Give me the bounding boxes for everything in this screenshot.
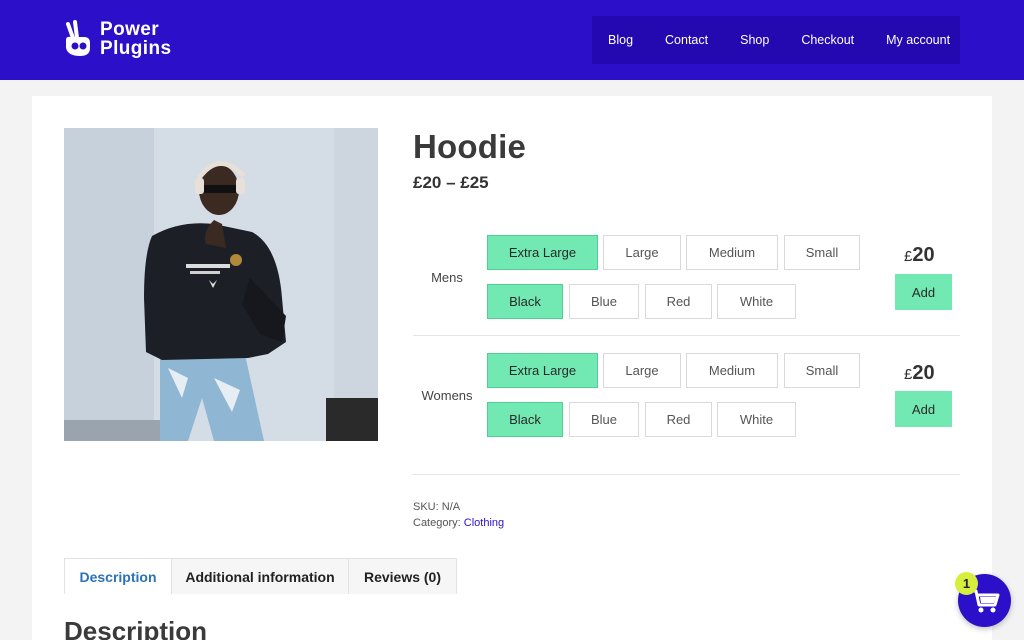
color-option-black[interactable]: Black xyxy=(487,284,563,319)
size-option-extra-large[interactable]: Extra Large xyxy=(487,235,598,270)
price-value: 20 xyxy=(912,244,935,266)
tab-reviews[interactable]: Reviews (0) xyxy=(348,558,457,594)
logo-line-1: Power xyxy=(100,19,160,40)
tab-description[interactable]: Description xyxy=(64,558,172,594)
variant-label: Mens xyxy=(431,270,463,285)
nav-checkout[interactable]: Checkout xyxy=(801,33,854,47)
size-option-large[interactable]: Large xyxy=(603,235,681,270)
hoodie-photo xyxy=(64,128,378,441)
peace-hand-icon xyxy=(66,20,90,56)
size-option-medium[interactable]: Medium xyxy=(686,353,778,388)
add-to-cart-button[interactable]: Add xyxy=(895,391,952,427)
category-link[interactable]: Clothing xyxy=(464,517,504,529)
product-sku: SKU: N/A xyxy=(413,501,460,513)
color-option-white[interactable]: White xyxy=(717,284,796,319)
cart-count-badge: 1 xyxy=(955,572,978,595)
size-option-large[interactable]: Large xyxy=(603,353,681,388)
site-header: Power Plugins Blog Contact Shop Checkout… xyxy=(0,0,1024,80)
description-heading: Description xyxy=(64,616,208,640)
variant-price: £20 xyxy=(904,362,935,385)
sku-value: N/A xyxy=(441,501,461,513)
color-option-red[interactable]: Red xyxy=(645,402,712,437)
size-option-extra-large[interactable]: Extra Large xyxy=(487,353,598,388)
tab-additional-information[interactable]: Additional information xyxy=(171,558,349,594)
color-option-black[interactable]: Black xyxy=(487,402,563,437)
site-logo[interactable]: Power Plugins xyxy=(62,20,171,58)
price-value: 20 xyxy=(912,362,935,384)
product-tabs: Description Additional information Revie… xyxy=(64,558,457,594)
color-option-blue[interactable]: Blue xyxy=(569,284,639,319)
logo-line-2: Plugins xyxy=(100,38,172,59)
size-option-small[interactable]: Small xyxy=(784,353,860,388)
color-option-red[interactable]: Red xyxy=(645,284,712,319)
size-option-small[interactable]: Small xyxy=(784,235,860,270)
size-option-medium[interactable]: Medium xyxy=(686,235,778,270)
color-option-white[interactable]: White xyxy=(717,402,796,437)
nav-my-account[interactable]: My account xyxy=(886,33,950,47)
color-option-blue[interactable]: Blue xyxy=(569,402,639,437)
product-title: Hoodie xyxy=(413,128,527,165)
product-price-range: £20 – £25 xyxy=(413,173,489,192)
sku-label: SKU: xyxy=(413,501,439,513)
nav-shop[interactable]: Shop xyxy=(740,33,769,47)
product-card: Hoodie £20 – £25 Mens Extra Large Large … xyxy=(32,96,992,640)
nav-contact[interactable]: Contact xyxy=(665,33,708,47)
variant-row-womens: Womens Extra Large Large Medium Small Bl… xyxy=(413,336,960,475)
nav-blog[interactable]: Blog xyxy=(608,33,633,47)
category-label: Category: xyxy=(413,517,461,529)
main-nav: Blog Contact Shop Checkout My account xyxy=(592,16,960,64)
variant-price: £20 xyxy=(904,244,935,267)
add-to-cart-button[interactable]: Add xyxy=(895,274,952,310)
product-image[interactable] xyxy=(64,128,378,441)
variant-row-mens: Mens Extra Large Large Medium Small Blac… xyxy=(413,218,960,336)
product-category: Category: Clothing xyxy=(413,517,504,529)
variant-label: Womens xyxy=(421,388,473,403)
